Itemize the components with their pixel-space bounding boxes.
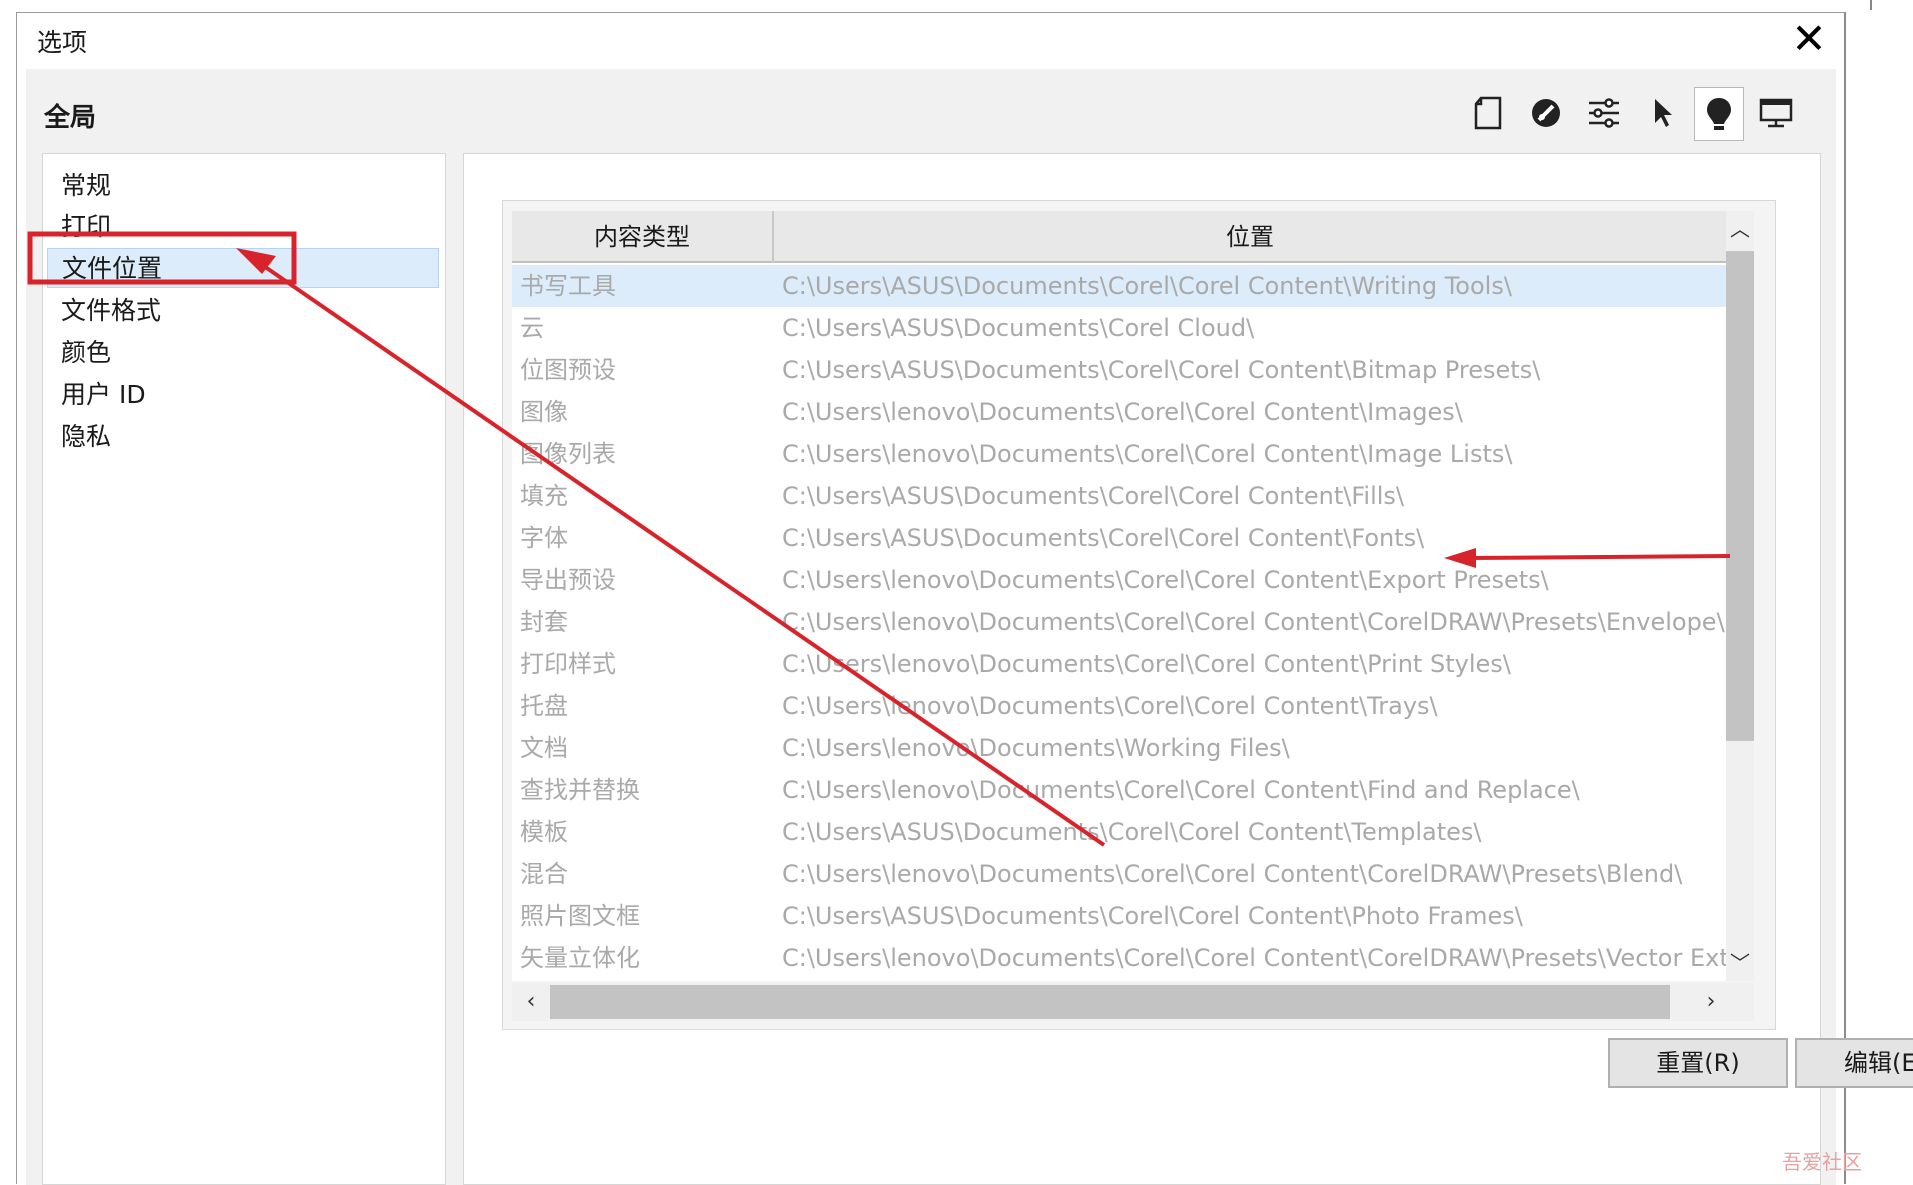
table-row[interactable]: 打印样式 C:\Users\lenovo\Documents\Corel\Core… <box>512 643 1726 685</box>
location-path-cell: C:\Users\lenovo\Documents\Corel\Corel Co… <box>782 566 1549 594</box>
scroll-left-icon[interactable]: ‹ <box>516 983 546 1021</box>
scroll-up-icon[interactable]: ︿ <box>1726 211 1754 247</box>
content-type-cell: 导出预设 <box>520 566 616 594</box>
document-icon[interactable] <box>1464 87 1512 139</box>
content-type-cell: 模板 <box>520 818 568 846</box>
location-path-cell: C:\Users\lenovo\Documents\Corel\Corel Co… <box>782 860 1683 888</box>
location-path-cell: C:\Users\ASUS\Documents\Corel\Corel Cont… <box>782 818 1482 846</box>
location-path-cell: C:\Users\ASUS\Documents\Corel\Corel Cont… <box>782 482 1405 510</box>
options-dialog: 选项 ✕ 全局 常规 打印 文件位置 文件格式 颜色 用户 ID 隐私 内容类型… <box>16 12 1913 1185</box>
lightbulb-icon[interactable] <box>1694 87 1744 141</box>
sidebar-item-general[interactable]: 常规 <box>43 166 445 206</box>
table-row[interactable]: 位图预设 C:\Users\ASUS\Documents\Corel\Corel … <box>512 349 1726 391</box>
location-path-cell: C:\Users\ASUS\Documents\Corel\Corel Cont… <box>782 524 1425 552</box>
location-path-cell: C:\Users\lenovo\Documents\Corel\Corel Co… <box>782 440 1513 468</box>
watermark-logo: 吾爱社区 <box>1782 1150 1862 1174</box>
content-type-cell: 图像 <box>520 398 568 426</box>
location-path-cell: C:\Users\lenovo\Documents\Corel\Corel Co… <box>782 692 1438 720</box>
table-row[interactable]: 图像 C:\Users\lenovo\Documents\Corel\Corel … <box>512 391 1726 433</box>
table-row[interactable]: 图像列表 C:\Users\lenovo\Documents\Corel\Core… <box>512 433 1726 475</box>
window-title: 选项 <box>37 28 88 57</box>
table-row[interactable]: 云 C:\Users\ASUS\Documents\Corel Cloud\ <box>512 307 1726 349</box>
content-type-cell: 位图预设 <box>520 356 616 384</box>
content-type-cell: 图像列表 <box>520 440 616 468</box>
content-type-cell: 云 <box>520 314 544 342</box>
sidebar-item-color[interactable]: 颜色 <box>43 333 445 373</box>
section-title: 全局 <box>44 103 97 133</box>
scroll-down-icon[interactable]: ﹀ <box>1726 945 1754 981</box>
monitor-icon[interactable] <box>1752 87 1800 139</box>
vertical-scroll-thumb[interactable] <box>1726 251 1754 741</box>
file-location-list[interactable]: 内容类型 位置 书写工具 C:\Users\ASUS\Documents\Core… <box>512 211 1754 981</box>
color-disc-icon[interactable] <box>1522 87 1570 139</box>
sidebar-item-file-locations[interactable]: 文件位置 <box>47 248 439 288</box>
category-toolbar <box>1464 87 1819 141</box>
sidebar-item-privacy[interactable]: 隐私 <box>43 417 445 457</box>
list-frame: 内容类型 位置 书写工具 C:\Users\ASUS\Documents\Core… <box>502 200 1776 1030</box>
sidebar-item-print[interactable]: 打印 <box>43 207 445 247</box>
location-path-cell: C:\Users\lenovo\Documents\Corel\Corel Co… <box>782 944 1754 972</box>
location-path-cell: C:\Users\ASUS\Documents\Corel\Corel Cont… <box>782 356 1541 384</box>
content-type-cell: 打印样式 <box>520 650 616 678</box>
content-type-cell: 照片图文框 <box>520 902 640 930</box>
horizontal-scroll-thumb[interactable] <box>550 985 1670 1019</box>
table-row[interactable]: 矢量立体化 C:\Users\lenovo\Documents\Corel\Cor… <box>512 937 1754 979</box>
edit-button[interactable]: 编辑(E) <box>1795 1038 1913 1088</box>
file-locations-panel: 内容类型 位置 书写工具 C:\Users\ASUS\Documents\Core… <box>463 153 1913 1185</box>
table-row[interactable]: 模板 C:\Users\ASUS\Documents\Corel\Corel Co… <box>512 811 1726 853</box>
location-path-cell: C:\Users\ASUS\Documents\Corel\Corel Cont… <box>782 902 1523 930</box>
sidebar: 常规 打印 文件位置 文件格式 颜色 用户 ID 隐私 <box>42 153 446 1185</box>
close-icon[interactable]: ✕ <box>1787 18 1831 63</box>
horizontal-scrollbar[interactable]: ‹ › <box>512 983 1754 1021</box>
content-type-cell: 托盘 <box>520 692 568 720</box>
content-type-cell: 填充 <box>520 482 568 510</box>
table-row[interactable]: 混合 C:\Users\lenovo\Documents\Corel\Corel … <box>512 853 1726 895</box>
pointer-icon[interactable] <box>1638 87 1686 139</box>
table-row[interactable]: 字体 C:\Users\ASUS\Documents\Corel\Corel Co… <box>512 517 1726 559</box>
sidebar-item-file-formats[interactable]: 文件格式 <box>43 291 445 331</box>
location-path-cell: C:\Users\lenovo\Documents\Corel\Corel Co… <box>782 650 1511 678</box>
vertical-scrollbar[interactable]: ︿ ﹀ <box>1726 211 1754 981</box>
location-path-cell: C:\Users\ASUS\Documents\Corel Cloud\ <box>782 314 1255 342</box>
content-type-cell: 混合 <box>520 860 568 888</box>
table-row[interactable]: 书写工具 C:\Users\ASUS\Documents\Corel\Corel … <box>512 265 1726 307</box>
table-row[interactable]: 导出预设 C:\Users\lenovo\Documents\Corel\Core… <box>512 559 1726 601</box>
list-header: 内容类型 位置 <box>512 211 1726 263</box>
content-type-cell: 书写工具 <box>520 272 616 300</box>
table-row[interactable]: 填充 C:\Users\ASUS\Documents\Corel\Corel Co… <box>512 475 1726 517</box>
table-row[interactable]: 托盘 C:\Users\lenovo\Documents\Corel\Corel … <box>512 685 1726 727</box>
location-path-cell: C:\Users\lenovo\Documents\Corel\Corel Co… <box>782 398 1463 426</box>
table-row[interactable]: 照片图文框 C:\Users\ASUS\Documents\Corel\Corel… <box>512 895 1726 937</box>
table-row[interactable]: 封套 C:\Users\lenovo\Documents\Corel\Corel … <box>512 601 1726 643</box>
content-type-cell: 文档 <box>520 734 568 762</box>
location-path-cell: C:\Users\ASUS\Documents\Corel\Corel Cont… <box>782 272 1512 300</box>
sliders-icon[interactable] <box>1580 87 1628 139</box>
sidebar-item-user-id[interactable]: 用户 ID <box>43 375 445 415</box>
location-path-cell: C:\Users\lenovo\Documents\Corel\Corel Co… <box>782 608 1725 636</box>
column-header-location[interactable]: 位置 <box>774 211 1726 263</box>
table-row[interactable]: 文档 C:\Users\lenovo\Documents\Working File… <box>512 727 1726 769</box>
table-row[interactable]: 查找并替换 C:\Users\lenovo\Documents\Corel\Cor… <box>512 769 1726 811</box>
background-window-edge <box>1870 0 1872 10</box>
content-type-cell: 封套 <box>520 608 568 636</box>
title-bar: 选项 ✕ <box>17 13 1844 69</box>
scroll-right-icon[interactable]: › <box>1696 983 1726 1021</box>
dialog-body: 全局 常规 打印 文件位置 文件格式 颜色 用户 ID 隐私 内容类型 位置 书… <box>26 69 1913 1185</box>
location-path-cell: C:\Users\lenovo\Documents\Corel\Corel Co… <box>782 776 1580 804</box>
content-type-cell: 字体 <box>520 524 568 552</box>
column-header-content-type[interactable]: 内容类型 <box>512 211 774 263</box>
content-type-cell: 查找并替换 <box>520 776 640 804</box>
reset-button[interactable]: 重置(R) <box>1608 1038 1788 1088</box>
content-type-cell: 矢量立体化 <box>520 944 640 972</box>
location-path-cell: C:\Users\lenovo\Documents\Working Files\ <box>782 734 1290 762</box>
